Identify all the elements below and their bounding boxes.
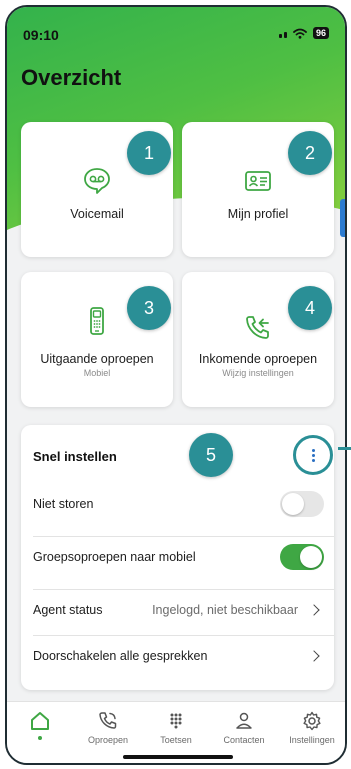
phone-screen: 09:10 96 Overzicht Voicemail 1 Mijn prof… bbox=[5, 5, 347, 765]
badge-number: 1 bbox=[127, 131, 171, 175]
profile-card-icon bbox=[245, 171, 271, 191]
setting-row-doorschakelen[interactable]: Doorschakelen alle gesprekken bbox=[33, 635, 334, 675]
niet-storen-toggle[interactable] bbox=[280, 491, 324, 517]
setting-label: Agent status bbox=[33, 602, 103, 617]
quick-settings-title: Snel instellen bbox=[33, 449, 117, 464]
tile-subtitle: Wijzig instellingen bbox=[222, 368, 294, 378]
quick-settings-card: Snel instellen 5 Niet storen Groepsoproe… bbox=[21, 425, 334, 690]
page-title: Overzicht bbox=[21, 65, 122, 90]
groepsoproepen-toggle[interactable] bbox=[280, 543, 324, 570]
home-icon bbox=[31, 712, 49, 730]
setting-label: Niet storen bbox=[33, 497, 94, 511]
more-options-button[interactable] bbox=[293, 435, 333, 475]
tile-mijn-profiel[interactable]: Mijn profiel 2 bbox=[182, 122, 334, 257]
setting-row-groepsoproepen: Groepsoproepen naar mobiel bbox=[33, 536, 334, 576]
signal-icon bbox=[278, 28, 287, 38]
battery-indicator: 96 bbox=[312, 27, 329, 39]
status-bar: 09:10 96 bbox=[7, 7, 345, 51]
tab-instellingen[interactable]: Instellingen bbox=[280, 710, 344, 745]
incoming-call-icon bbox=[246, 316, 269, 339]
side-tab bbox=[340, 199, 345, 237]
tab-contacten[interactable]: Contacten bbox=[212, 710, 276, 745]
tab-label: Oproepen bbox=[87, 735, 129, 745]
tile-voicemail[interactable]: Voicemail 1 bbox=[21, 122, 173, 257]
voicemail-icon bbox=[84, 168, 110, 194]
tab-oproepen[interactable]: Oproepen bbox=[76, 710, 140, 745]
wifi-icon bbox=[293, 28, 307, 39]
tile-label: Uitgaande oproepen bbox=[40, 352, 154, 366]
keypad-icon bbox=[170, 713, 182, 729]
tile-uitgaande-oproepen[interactable]: Uitgaande oproepen Mobiel 3 bbox=[21, 272, 173, 407]
tile-label: Inkomende oproepen bbox=[198, 352, 318, 366]
mobile-phone-icon bbox=[90, 307, 104, 335]
callout-line bbox=[338, 447, 351, 450]
badge-number: 4 bbox=[288, 286, 332, 330]
tab-label: Toetsen bbox=[160, 735, 192, 745]
badge-number: 2 bbox=[288, 131, 332, 175]
home-indicator bbox=[123, 755, 233, 759]
setting-label: Groepsoproepen naar mobiel bbox=[33, 549, 196, 564]
chevron-right-icon bbox=[308, 603, 320, 616]
status-time: 09:10 bbox=[23, 27, 59, 43]
tile-label: Voicemail bbox=[70, 207, 124, 221]
tab-label: Contacten bbox=[223, 735, 265, 745]
badge-number: 5 bbox=[189, 433, 233, 477]
contacts-icon bbox=[236, 712, 252, 729]
more-vertical-icon bbox=[311, 448, 315, 462]
chevron-right-icon bbox=[308, 649, 320, 662]
agent-status-value: Ingelogd, niet beschikbaar bbox=[152, 602, 298, 617]
badge-number: 3 bbox=[127, 286, 171, 330]
tab-home[interactable] bbox=[8, 710, 72, 740]
setting-row-niet-storen: Niet storen bbox=[33, 484, 334, 524]
tile-label: Mijn profiel bbox=[227, 207, 289, 221]
settings-gear-icon bbox=[303, 711, 321, 731]
tab-toetsen[interactable]: Toetsen bbox=[144, 710, 208, 745]
tile-inkomende-oproepen[interactable]: Inkomende oproepen Wijzig instellingen 4 bbox=[182, 272, 334, 407]
tab-label: Instellingen bbox=[289, 735, 335, 745]
phone-calls-icon bbox=[99, 712, 117, 729]
setting-row-agent-status[interactable]: Agent status Ingelogd, niet beschikbaar bbox=[33, 589, 334, 629]
setting-label: Doorschakelen alle gesprekken bbox=[33, 648, 208, 663]
status-icons: 96 bbox=[278, 27, 329, 39]
active-tab-indicator bbox=[38, 736, 42, 740]
tile-subtitle: Mobiel bbox=[83, 368, 111, 378]
